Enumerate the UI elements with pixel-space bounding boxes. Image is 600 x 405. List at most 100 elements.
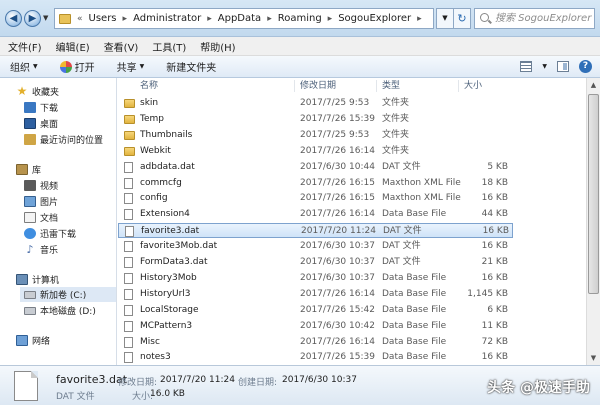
scroll-up-arrow-icon[interactable]: ▲ [587, 78, 600, 92]
chevron-right-icon[interactable]: ▸ [207, 14, 212, 24]
video-library-icon [24, 180, 36, 191]
document-library-icon [24, 212, 36, 223]
navigation-pane: ★ 收藏夹 下载 桌面 最近访问的位置 库 视频 图片 文档 迅雷下载 ♪ 音乐… [0, 78, 117, 365]
nav-documents[interactable]: 文档 [24, 210, 58, 225]
file-type: DAT 文件 [383, 226, 422, 237]
column-divider[interactable] [376, 80, 377, 92]
file-row[interactable]: FormData3.dat 2017/6/30 10:37 DAT 文件 21 KB [118, 255, 513, 270]
file-name: Thumbnails [140, 129, 193, 140]
caret-down-icon: ▼ [33, 63, 38, 70]
refresh-button[interactable]: ↻ [453, 8, 471, 29]
file-row[interactable]: adbdata.dat 2017/6/30 10:44 DAT 文件 5 KB [118, 160, 513, 175]
file-row[interactable]: favorite3.dat 2017/7/20 11:24 DAT 文件 16 KB [118, 223, 513, 239]
file-row[interactable]: Extension4 2017/7/26 16:14 Data Base File 4… [118, 207, 513, 222]
nav-libraries[interactable]: 库 [16, 162, 41, 177]
file-row[interactable]: skin 2017/7/25 9:53 文件夹 [118, 96, 513, 111]
open-button[interactable]: 打开 [59, 59, 95, 74]
nav-recent[interactable]: 最近访问的位置 [24, 132, 103, 147]
file-size: 72 KB [481, 336, 508, 347]
organize-button[interactable]: 组织 ▼ [10, 59, 38, 74]
file-name: favorite3.dat [141, 226, 200, 237]
nav-network[interactable]: 网络 [16, 333, 50, 348]
recent-pages-dropdown[interactable]: ▼ [43, 14, 48, 22]
file-icon [124, 288, 133, 300]
menu-help[interactable]: 帮助(H) [200, 39, 235, 54]
nav-desktop[interactable]: 桌面 [24, 116, 58, 131]
recent-places-icon [24, 134, 36, 145]
nav-drive-d[interactable]: 本地磁盘 (D:) [24, 303, 96, 318]
menu-view[interactable]: 查看(V) [104, 39, 139, 54]
nav-videos[interactable]: 视频 [24, 178, 58, 193]
file-date: 2017/7/26 16:14 [300, 145, 375, 156]
file-date: 2017/7/26 16:14 [300, 336, 375, 347]
nav-music[interactable]: ♪ 音乐 [24, 242, 58, 257]
file-row[interactable]: Thumbnails 2017/7/25 9:53 文件夹 [118, 128, 513, 143]
breadcrumb-sogouexplorer[interactable]: SogouExplorer [338, 13, 411, 24]
share-button[interactable]: 共享 ▼ [117, 59, 145, 74]
details-pane: favorite3.dat 修改日期: 2017/7/20 11:24 创建日期… [0, 365, 600, 405]
nav-thunder-downloads[interactable]: 迅雷下载 [24, 226, 76, 241]
breadcrumb-appdata[interactable]: AppData [218, 13, 261, 24]
new-folder-label: 新建文件夹 [166, 63, 217, 74]
file-row[interactable]: MCPattern3 2017/6/30 10:42 Data Base File 1… [118, 319, 513, 334]
menu-edit[interactable]: 编辑(E) [56, 39, 90, 54]
address-bar[interactable]: « Users ▸ Administrator ▸ AppData ▸ Roam… [54, 8, 434, 29]
nav-computer[interactable]: 计算机 [16, 272, 59, 287]
nav-pictures[interactable]: 图片 [24, 194, 58, 209]
help-icon[interactable]: ? [579, 60, 592, 73]
file-row[interactable]: LocalStorage 2017/7/26 15:42 Data Base Fil… [118, 303, 513, 318]
file-row[interactable]: HistoryUrl3 2017/7/26 16:14 Data Base File… [118, 287, 513, 302]
file-row[interactable]: commcfg 2017/7/26 16:15 Maxthon XML File 18… [118, 176, 513, 191]
chevron-right-icon[interactable]: ▸ [417, 14, 422, 24]
file-size [458, 128, 508, 143]
file-row[interactable]: notes3 2017/7/26 15:39 Data Base File 16 KB [118, 350, 513, 365]
file-type: DAT 文件 [382, 257, 421, 267]
file-row[interactable]: config 2017/7/26 16:15 Maxthon XML File 16 … [118, 191, 513, 206]
search-input[interactable]: 搜索 SogouExplorer [474, 8, 595, 29]
breadcrumb-roaming[interactable]: Roaming [278, 13, 322, 24]
breadcrumb-users[interactable]: Users [89, 13, 117, 24]
file-row[interactable]: History3Mob 2017/6/30 10:37 Data Base File… [118, 271, 513, 286]
nav-drive-c-label: 新加卷 (C:) [40, 291, 87, 301]
caret-down-icon[interactable]: ▼ [542, 63, 547, 70]
back-button[interactable]: ◀ [5, 10, 22, 27]
nav-favorites[interactable]: ★ 收藏夹 [16, 84, 59, 99]
breadcrumb-administrator[interactable]: Administrator [133, 13, 201, 24]
chevron-right-icon[interactable]: ▸ [267, 14, 272, 24]
nav-drive-c[interactable]: 新加卷 (C:) [20, 287, 116, 302]
nav-computer-label: 计算机 [32, 276, 60, 286]
file-size: 6 KB [487, 304, 508, 315]
column-header-date[interactable]: 修改日期 [300, 78, 336, 94]
column-header-name[interactable]: 名称 [140, 78, 158, 94]
preview-pane-icon[interactable] [557, 61, 569, 72]
nav-downloads[interactable]: 下载 [24, 100, 58, 115]
column-header-type[interactable]: 类型 [382, 78, 400, 94]
forward-button[interactable]: ▶ [24, 10, 41, 27]
file-row[interactable]: Misc 2017/7/26 16:14 Data Base File 72 KB [118, 335, 513, 350]
file-row[interactable]: Temp 2017/7/26 15:39 文件夹 [118, 112, 513, 127]
file-icon [124, 336, 133, 348]
scrollbar-thumb[interactable] [588, 94, 599, 294]
scroll-down-arrow-icon[interactable]: ▼ [587, 351, 600, 365]
chevron-right-icon[interactable]: ▸ [123, 14, 128, 24]
file-name: Extension4 [140, 209, 190, 220]
chevron-right-icon[interactable]: ▸ [328, 14, 333, 24]
change-view-icon[interactable] [520, 61, 533, 72]
folder-icon [124, 114, 135, 124]
column-divider[interactable] [294, 80, 295, 92]
file-row[interactable]: favorite3Mob.dat 2017/6/30 10:37 DAT 文件 16 … [118, 239, 513, 254]
file-type: Data Base File [382, 336, 447, 347]
network-icon [16, 335, 28, 346]
new-folder-button[interactable]: 新建文件夹 [166, 59, 216, 74]
vertical-scrollbar[interactable]: ▲ ▼ [586, 78, 600, 365]
file-date: 2017/7/20 11:24 [301, 226, 376, 237]
details-size-value: 16.0 KB [150, 389, 185, 399]
menu-file[interactable]: 文件(F) [8, 39, 42, 54]
file-row[interactable]: Webkit 2017/7/26 16:14 文件夹 [118, 144, 513, 159]
menu-tools[interactable]: 工具(T) [152, 39, 186, 54]
column-divider[interactable] [458, 80, 459, 92]
file-size: 18 KB [481, 177, 508, 188]
address-dropdown-button[interactable]: ▼ [436, 8, 454, 29]
folder-icon [59, 13, 71, 24]
column-header-size[interactable]: 大小 [464, 78, 482, 94]
